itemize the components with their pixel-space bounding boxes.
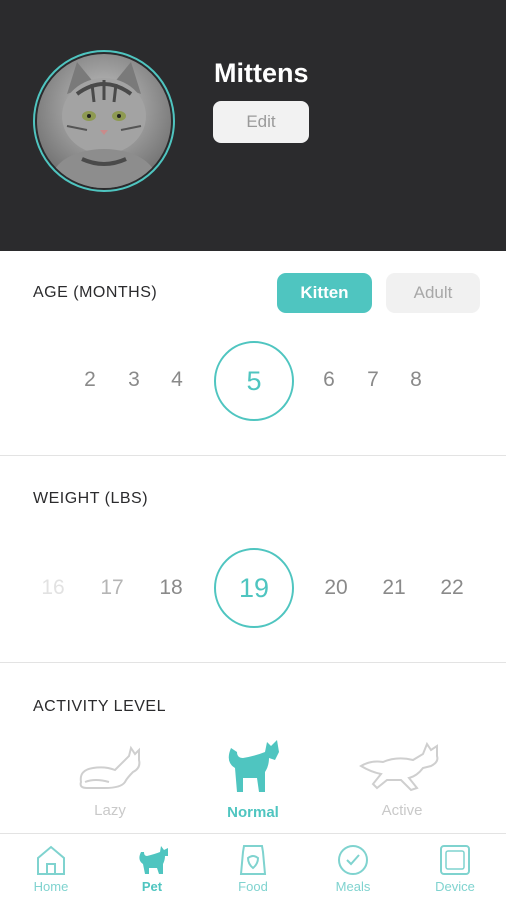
tab-food[interactable]: Food (208, 844, 298, 894)
age-section-title: AGE (MONTHS) (33, 284, 158, 301)
device-icon (440, 845, 470, 875)
home-icon (37, 845, 65, 875)
pet-name: Mittens (214, 58, 309, 88)
pet-avatar[interactable] (33, 50, 175, 192)
age-option[interactable]: 6 (323, 368, 335, 392)
activity-option-lazy[interactable]: Lazy (55, 742, 165, 819)
adult-toggle[interactable]: Adult (386, 273, 480, 313)
tab-meals[interactable]: Meals (308, 844, 398, 894)
weight-option[interactable]: 21 (382, 576, 405, 600)
edit-button[interactable]: Edit (213, 101, 309, 143)
weight-option[interactable]: 17 (100, 576, 123, 600)
meals-icon (338, 845, 368, 875)
age-option[interactable]: 2 (84, 368, 96, 392)
section-divider (0, 455, 506, 456)
tab-pet[interactable]: Pet (107, 844, 197, 894)
active-cat-icon (359, 741, 439, 792)
bottom-tab-bar: Home Pet Food Meals Device (0, 833, 506, 901)
kitten-toggle[interactable]: Kitten (277, 273, 372, 313)
lazy-cat-icon (79, 745, 141, 789)
age-option[interactable]: 8 (410, 368, 422, 392)
activity-option-active[interactable]: Active (347, 740, 457, 819)
tab-label-pet: Pet (141, 879, 163, 894)
activity-option-normal[interactable]: Normal (198, 738, 308, 821)
cat-photo (37, 54, 171, 188)
pet-header: Mittens Edit (0, 0, 506, 251)
weight-option[interactable]: 18 (159, 576, 182, 600)
tab-label-home: Home (33, 879, 69, 894)
age-option[interactable]: 7 (367, 368, 379, 392)
tab-device[interactable]: Device (410, 844, 500, 894)
activity-label-lazy: Lazy (94, 802, 126, 819)
weight-selected-option[interactable]: 19 (214, 548, 294, 628)
weight-option[interactable]: 16 (41, 576, 64, 600)
age-option[interactable]: 3 (128, 368, 140, 392)
pet-icon (139, 846, 168, 874)
tab-label-meals: Meals (335, 879, 371, 894)
tab-label-device: Device (435, 879, 475, 894)
weight-option[interactable]: 20 (324, 576, 347, 600)
tab-home[interactable]: Home (6, 844, 96, 894)
tab-label-food: Food (238, 879, 268, 894)
activity-section-title: ACTIVITY LEVEL (33, 698, 166, 715)
normal-cat-icon (228, 740, 279, 792)
weight-section-title: WEIGHT (LBS) (33, 490, 149, 507)
age-option[interactable]: 4 (171, 368, 183, 392)
section-divider (0, 662, 506, 663)
age-selected-option[interactable]: 5 (214, 341, 294, 421)
activity-label-normal: Normal (227, 804, 279, 821)
weight-option[interactable]: 22 (440, 576, 463, 600)
activity-label-active: Active (381, 802, 423, 819)
food-icon (239, 845, 267, 875)
